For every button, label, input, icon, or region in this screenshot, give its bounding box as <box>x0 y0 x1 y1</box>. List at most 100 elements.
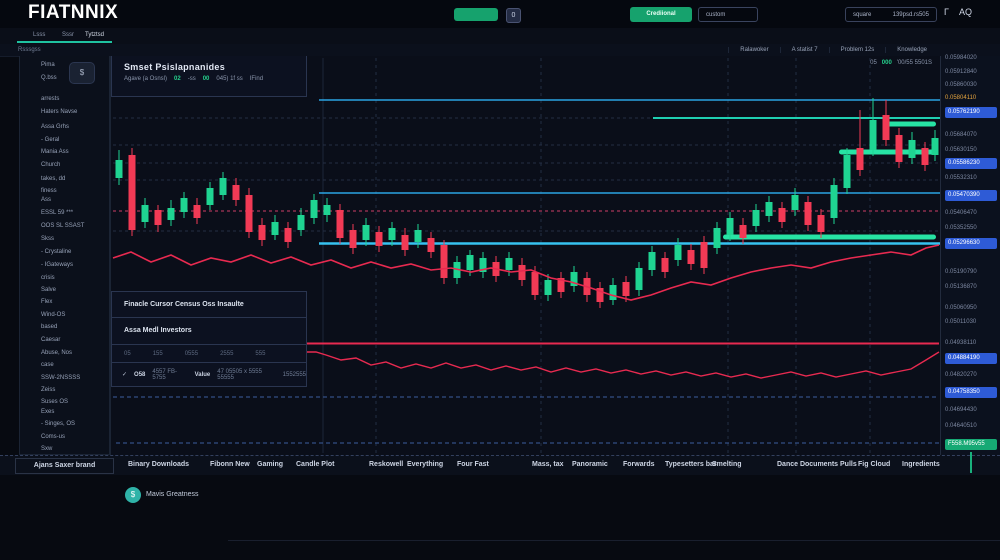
indicator-legend-row[interactable]: ✓O584557 FB-5755Value47 05505 x 5555 555… <box>111 363 307 387</box>
ohlc-readout: 05000'00/55 5501S <box>870 60 932 66</box>
sidebar-item[interactable]: crisis <box>41 275 55 281</box>
price-tag: 0.05586230 <box>945 158 997 169</box>
sidebar-item[interactable]: - IGateways <box>41 262 73 268</box>
candle-body <box>610 285 617 300</box>
candle-body <box>324 205 331 215</box>
pair-selector[interactable]: square 139psd.rs505 <box>845 7 937 22</box>
sidebar-item[interactable]: Flex <box>41 299 52 305</box>
bottombar-item[interactable]: Forwards <box>623 461 655 468</box>
bottombar-item[interactable]: Fibonn New <box>210 461 250 468</box>
subheader-item[interactable]: Problem 12s <box>829 47 886 53</box>
indicator-legend-token: O58 <box>134 372 145 378</box>
price-label: 0.05352550 <box>945 223 997 234</box>
custom-input[interactable]: custom <box>698 7 758 22</box>
sidebar-item[interactable]: - Singes, OS <box>41 421 75 427</box>
price-label: 0.05912840 <box>945 67 997 78</box>
sidebar-item[interactable]: - Geral <box>41 137 59 143</box>
candle-body <box>181 198 188 212</box>
dollar-badge-icon[interactable]: $ <box>125 487 141 503</box>
sidebar-item[interactable]: arrests <box>41 96 59 102</box>
top-navbar: FIATNNIX 0 Crediional custom square 139p… <box>0 0 1000 29</box>
sidebar-item[interactable]: Pima <box>41 62 55 68</box>
ohlc-token: 05 <box>870 60 877 66</box>
primary-action-button[interactable] <box>454 8 498 21</box>
sidebar-item[interactable]: Suses OS <box>41 399 68 405</box>
candle-body <box>155 210 162 225</box>
bottombar-item[interactable]: Candle Plot <box>296 461 335 468</box>
counter-chip[interactable]: 0 <box>506 8 521 23</box>
sidebar-item[interactable]: Wind-OS <box>41 312 65 318</box>
legend-token: IFind <box>250 76 263 82</box>
subheader-item[interactable]: A statist 7 <box>780 47 829 53</box>
candle-body <box>844 155 851 188</box>
tab-2[interactable]: Sssr <box>62 32 74 38</box>
bottombar-item[interactable]: Mass, tax <box>532 461 564 468</box>
bracket-icon[interactable]: Γ <box>944 7 949 17</box>
candle-body <box>142 205 149 222</box>
sidebar-item[interactable]: Mania Ass <box>41 149 69 155</box>
bottombar-item[interactable]: Typesetters bar <box>665 461 717 468</box>
price-axis[interactable]: 0.059840200.059128400.058600300.05804110… <box>940 56 1000 455</box>
tab-3[interactable]: Tytztsd <box>85 32 104 38</box>
sidebar-item[interactable]: takes, dd <box>41 176 65 182</box>
left-sidebar: $ Pima Q.bss arrests Haters Navse Assa Grhs -… <box>19 56 110 455</box>
bottombar-item[interactable]: Reskowell <box>369 461 403 468</box>
bottombar-item[interactable]: Four Fast <box>457 461 489 468</box>
candle-body <box>233 185 240 200</box>
sidebar-item[interactable]: - Crystaline <box>41 249 71 255</box>
current-price-tag: F558.M95v55 <box>945 439 997 450</box>
subheader-item[interactable]: Knowledge <box>885 47 938 53</box>
sidebar-item[interactable]: Exes <box>41 409 54 415</box>
bottombar-item[interactable]: Panoramic <box>572 461 608 468</box>
bottombar-boxed-item[interactable]: Ajans Saxer brand <box>15 458 114 474</box>
candle-body <box>740 225 747 238</box>
sidebar-item[interactable]: Zeiss <box>41 387 55 393</box>
tick-label: 0555 <box>185 351 198 357</box>
aq-icon[interactable]: AQ <box>959 7 972 17</box>
sidebar-item[interactable]: case <box>41 362 54 368</box>
bottombar-item[interactable]: Smelting <box>712 461 742 468</box>
legend-token: -ss <box>188 76 196 82</box>
dollar-icon[interactable]: $ <box>69 62 95 84</box>
sidebar-item[interactable]: Assa Grhs <box>41 124 69 130</box>
price-label: 0.04694430 <box>945 405 997 416</box>
sidebar-item[interactable]: finess <box>41 188 57 194</box>
bottombar-item[interactable]: Gaming <box>257 461 283 468</box>
checkbox-icon[interactable]: ✓ <box>122 371 127 378</box>
sidebar-item[interactable]: Coms-us <box>41 434 65 440</box>
sidebar-item[interactable]: Ass <box>41 197 51 203</box>
green-zone-bar <box>723 235 936 240</box>
price-chart-canvas[interactable] <box>111 56 941 455</box>
trading-app: FIATNNIX 0 Crediional custom square 139p… <box>0 0 1000 560</box>
subheader-item[interactable]: Ralawoker <box>728 47 779 53</box>
bottombar-item[interactable]: Everything <box>407 461 443 468</box>
sidebar-item[interactable]: Abuse, Nos <box>41 350 72 356</box>
candle-body <box>428 238 435 252</box>
price-label: 0.05630150 <box>945 145 997 156</box>
sidebar-item[interactable]: ESSL 59 *** <box>41 210 73 216</box>
candle-body <box>207 188 214 205</box>
sidebar-item[interactable]: Church <box>41 162 60 168</box>
bottombar-item[interactable]: Ingredients <box>902 461 940 468</box>
sidebar-item[interactable]: OOS SL SSAST <box>41 223 84 229</box>
chart-legend-line: Agave (a Osnsl)02-ss00045) 1f ssIFind <box>124 76 306 82</box>
sidebar-item[interactable]: Caesar <box>41 337 60 343</box>
price-label: 0.05136870 <box>945 282 997 293</box>
sidebar-item[interactable]: based <box>41 324 57 330</box>
sidebar-item[interactable]: Skss <box>41 236 54 242</box>
sidebar-item[interactable]: Haters Navse <box>41 109 77 115</box>
bottombar-item[interactable]: Binary Downloads <box>128 461 189 468</box>
sidebar-item[interactable]: SSW-2NSSSS <box>41 375 80 381</box>
tab-1[interactable]: Lsss <box>33 32 45 38</box>
credential-button[interactable]: Crediional <box>630 7 692 22</box>
bottombar-item[interactable]: Fig Cloud <box>858 461 890 468</box>
pair-left-label: square <box>853 8 871 21</box>
sidebar-item[interactable]: Q.bss <box>41 75 57 81</box>
sidebar-item[interactable]: Sxw <box>41 446 52 452</box>
tick-label: 05 <box>124 351 131 357</box>
sidebar-item[interactable]: Salve <box>41 287 56 293</box>
candle-body <box>376 232 383 246</box>
candle-body <box>129 155 136 230</box>
bottombar-item[interactable]: Dance Documents Pulls <box>777 461 857 468</box>
price-tag: 0.04884190 <box>945 353 997 364</box>
